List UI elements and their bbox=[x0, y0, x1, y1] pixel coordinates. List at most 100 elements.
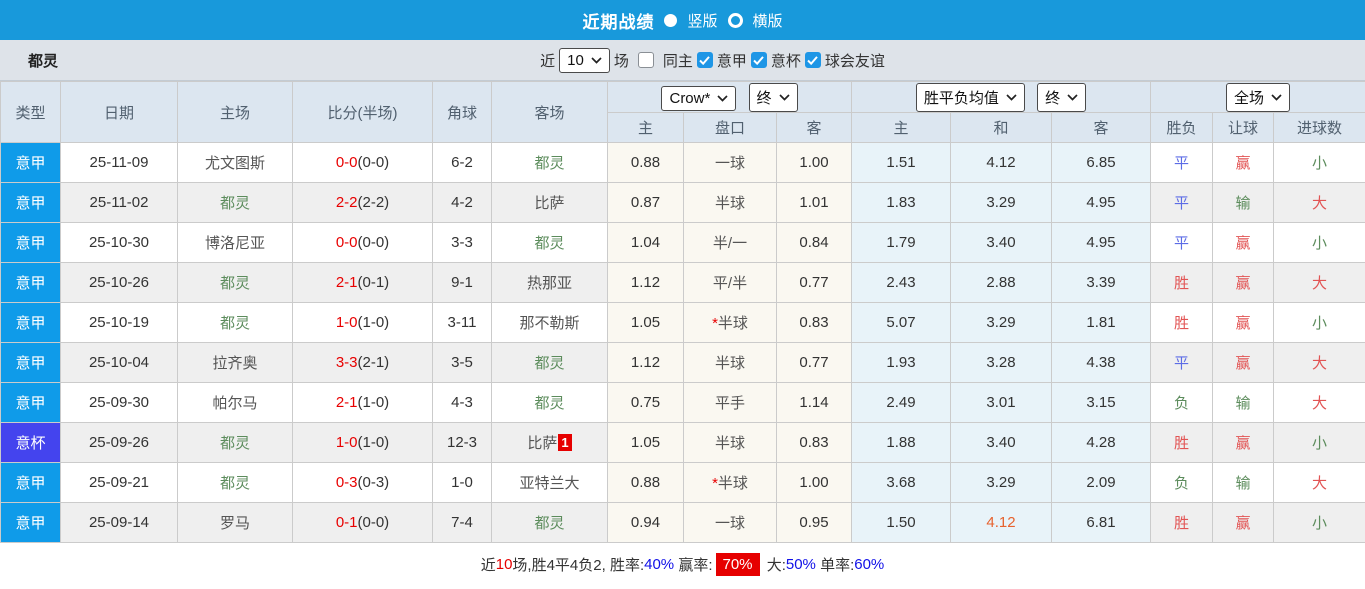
corners-cell: 3-5 bbox=[432, 342, 492, 383]
table-row: 意甲 25-10-26 都灵 2-1(0-1) 9-1 热那亚 1.12 平/半… bbox=[0, 262, 1365, 303]
asia-home-odds: 1.05 bbox=[607, 302, 684, 343]
serie-a-checkbox[interactable] bbox=[696, 52, 713, 68]
italy-cup-checkbox[interactable] bbox=[750, 52, 767, 68]
radio-vertical-label[interactable]: 竖版 bbox=[687, 10, 717, 31]
match-type: 意杯 bbox=[0, 422, 61, 463]
match-date: 25-09-14 bbox=[60, 502, 178, 543]
handicap-result-cell: 输 bbox=[1212, 382, 1274, 423]
euro-away-odds: 3.39 bbox=[1051, 262, 1151, 303]
same-home-checkbox[interactable] bbox=[637, 52, 654, 68]
italy-cup-label[interactable]: 意杯 bbox=[771, 50, 801, 71]
match-date: 25-10-26 bbox=[60, 262, 178, 303]
handicap-result-cell: 赢 bbox=[1212, 342, 1274, 383]
match-date: 25-10-04 bbox=[60, 342, 178, 383]
score-cell: 0-1(0-0) bbox=[292, 502, 433, 543]
result-cell: 平 bbox=[1150, 222, 1213, 263]
col-header-result: 胜负 bbox=[1150, 112, 1213, 143]
table-row: 意甲 25-11-09 尤文图斯 0-0(0-0) 6-2 都灵 0.88 一球… bbox=[0, 142, 1365, 183]
goals-result-cell: 大 bbox=[1272, 342, 1365, 383]
asia-home-odds: 0.88 bbox=[607, 462, 684, 503]
euro-home-odds: 1.79 bbox=[851, 222, 951, 263]
col-header-goals: 进球数 bbox=[1272, 112, 1365, 143]
asia-home-odds: 0.94 bbox=[607, 502, 684, 543]
friendly-label[interactable]: 球会友谊 bbox=[825, 50, 885, 71]
result-cell: 胜 bbox=[1150, 502, 1213, 543]
euro-draw-odds: 3.40 bbox=[950, 422, 1052, 463]
match-date: 25-10-30 bbox=[60, 222, 178, 263]
chevron-down-icon bbox=[1067, 93, 1078, 101]
euro-odds-select[interactable]: 胜平负均值 bbox=[915, 82, 1025, 112]
asia-time-select[interactable]: 终 bbox=[748, 82, 798, 112]
euro-home-odds: 2.49 bbox=[851, 382, 951, 423]
col-header-asia-home: 主 bbox=[607, 112, 684, 143]
handicap-result-cell: 赢 bbox=[1212, 302, 1274, 343]
handicap-result-cell: 赢 bbox=[1212, 142, 1274, 183]
match-date: 25-09-26 bbox=[60, 422, 178, 463]
match-date: 25-11-02 bbox=[60, 182, 178, 223]
result-cell: 平 bbox=[1150, 182, 1213, 223]
col-header-score: 比分(半场) bbox=[292, 81, 433, 143]
corners-cell: 6-2 bbox=[432, 142, 492, 183]
euro-home-odds: 2.43 bbox=[851, 262, 951, 303]
handicap-result-cell: 赢 bbox=[1212, 222, 1274, 263]
asia-handicap: 半球 bbox=[683, 342, 777, 383]
asia-away-odds: 1.00 bbox=[776, 142, 852, 183]
handicap-result-cell: 输 bbox=[1212, 462, 1274, 503]
away-team: 都灵 bbox=[491, 382, 608, 423]
goals-result-cell: 大 bbox=[1272, 382, 1365, 423]
goals-result-cell: 小 bbox=[1272, 422, 1365, 463]
euro-draw-odds: 3.28 bbox=[950, 342, 1052, 383]
recent-count-select[interactable]: 10 bbox=[559, 47, 610, 73]
home-team: 都灵 bbox=[177, 262, 293, 303]
asia-away-odds: 1.00 bbox=[776, 462, 852, 503]
radio-vertical-layout[interactable] bbox=[664, 13, 678, 27]
result-cell: 胜 bbox=[1150, 262, 1213, 303]
away-team: 都灵 bbox=[491, 222, 608, 263]
euro-time-select[interactable]: 终 bbox=[1037, 82, 1087, 112]
euro-draw-odds: 3.40 bbox=[950, 222, 1052, 263]
corners-cell: 4-3 bbox=[432, 382, 492, 423]
match-type: 意甲 bbox=[0, 222, 61, 263]
corners-cell: 3-3 bbox=[432, 222, 492, 263]
check-icon bbox=[753, 55, 765, 65]
chevron-down-icon bbox=[1271, 93, 1282, 101]
asia-home-odds: 0.88 bbox=[607, 142, 684, 183]
goals-result-cell: 小 bbox=[1272, 502, 1365, 543]
asia-handicap: 平/半 bbox=[683, 262, 777, 303]
col-header-home: 主场 bbox=[177, 81, 293, 143]
col-header-handicap: 让球 bbox=[1212, 112, 1274, 143]
goals-result-cell: 大 bbox=[1272, 182, 1365, 223]
goals-result-cell: 大 bbox=[1272, 262, 1365, 303]
col-header-euro-draw: 和 bbox=[950, 112, 1052, 143]
col-header-asia-away: 客 bbox=[776, 112, 852, 143]
team-name: 都灵 bbox=[28, 52, 59, 70]
euro-away-odds: 2.09 bbox=[1051, 462, 1151, 503]
asia-away-odds: 0.77 bbox=[776, 342, 852, 383]
home-team: 帕尔马 bbox=[177, 382, 293, 423]
chevron-down-icon bbox=[778, 93, 790, 101]
home-team: 都灵 bbox=[177, 462, 293, 503]
summary-text: 近 bbox=[480, 556, 496, 574]
table-row: 意杯 25-09-26 都灵 1-0(1-0) 12-3 比萨 1 1.05 半球… bbox=[0, 422, 1365, 463]
scope-select[interactable]: 全场 bbox=[1226, 82, 1291, 112]
asia-handicap: 平手 bbox=[683, 382, 777, 423]
home-team: 都灵 bbox=[177, 182, 293, 223]
asia-handicap: 半球 bbox=[683, 422, 777, 463]
home-team: 都灵 bbox=[177, 302, 293, 343]
asia-away-odds: 0.83 bbox=[776, 422, 852, 463]
asia-handicap: 一球 bbox=[683, 142, 777, 183]
same-home-label[interactable]: 同主 bbox=[663, 50, 693, 71]
score-cell: 1-0(1-0) bbox=[292, 302, 433, 343]
corners-cell: 12-3 bbox=[432, 422, 492, 463]
asia-home-odds: 0.75 bbox=[607, 382, 684, 423]
serie-a-label[interactable]: 意甲 bbox=[717, 50, 747, 71]
over-rate-value: 50% bbox=[785, 555, 816, 573]
bookmaker-select[interactable]: Crow* bbox=[661, 85, 737, 111]
friendly-checkbox[interactable] bbox=[804, 52, 821, 68]
radio-horizontal-label[interactable]: 横版 bbox=[753, 10, 783, 31]
radio-horizontal-layout[interactable] bbox=[727, 12, 743, 28]
asia-away-odds: 1.14 bbox=[776, 382, 852, 423]
euro-draw-odds: 2.88 bbox=[950, 262, 1052, 303]
euro-away-odds: 6.81 bbox=[1051, 502, 1151, 543]
win-rate-value: 40% bbox=[644, 555, 675, 573]
